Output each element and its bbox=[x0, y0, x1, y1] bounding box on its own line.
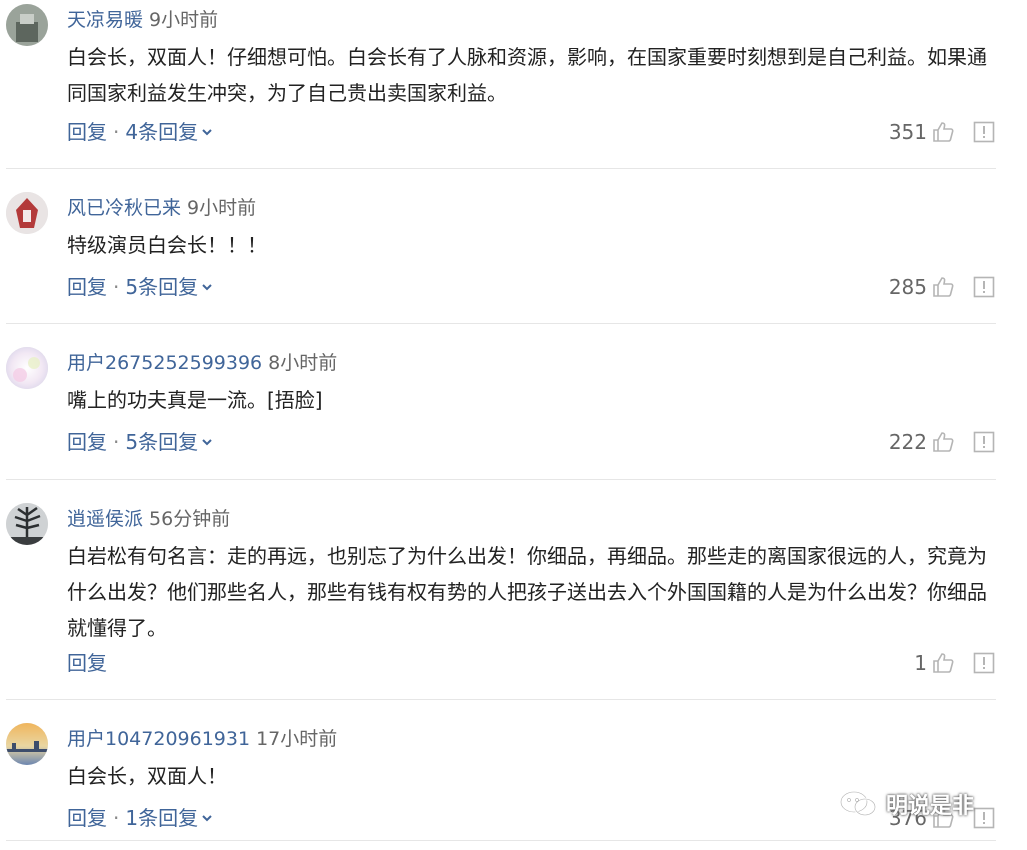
report-icon[interactable] bbox=[973, 276, 995, 298]
wechat-icon bbox=[839, 790, 877, 817]
report-icon[interactable] bbox=[973, 431, 995, 453]
comment-time: 9小时前 bbox=[149, 9, 219, 31]
like-count: 351 bbox=[888, 120, 927, 144]
comment-time: 9小时前 bbox=[187, 197, 257, 219]
watermark-text: 明说是非 bbox=[886, 794, 975, 819]
comment-text: 嘴上的功夫真是一流。[捂脸] bbox=[67, 388, 323, 412]
avatar[interactable] bbox=[6, 192, 48, 234]
like-count: 222 bbox=[888, 430, 927, 454]
report-icon[interactable] bbox=[973, 652, 995, 674]
report-icon[interactable] bbox=[973, 121, 995, 143]
divider bbox=[6, 479, 996, 480]
chevron-down-icon bbox=[202, 439, 212, 446]
username[interactable]: 逍遥侯派 bbox=[67, 508, 143, 530]
thumbs-up-icon[interactable] bbox=[931, 120, 955, 144]
divider bbox=[6, 840, 996, 841]
chevron-down-icon bbox=[202, 284, 212, 291]
comment-text: 白会长，双面人！仔细想可怕。白会长有了人脉和资源，影响，在国家重要时刻想到是自己… bbox=[67, 45, 987, 105]
reply-count-label: 5条回复 bbox=[125, 430, 199, 454]
comment-text: 白岩松有句名言：走的再远，也别忘了为什么出发！你细品，再细品。那些走的离国家很远… bbox=[67, 544, 987, 640]
comment-time: 56分钟前 bbox=[149, 508, 231, 530]
separator: · bbox=[113, 120, 120, 144]
thumbs-up-icon[interactable] bbox=[931, 430, 955, 454]
reply-button[interactable]: 回复 bbox=[67, 275, 107, 299]
reply-button[interactable]: 回复 bbox=[67, 651, 107, 675]
reply-count-label: 5条回复 bbox=[125, 275, 199, 299]
comment-time: 17小时前 bbox=[256, 728, 338, 750]
username[interactable]: 用户2675252599396 bbox=[67, 352, 262, 374]
reply-button[interactable]: 回复 bbox=[67, 430, 107, 454]
separator: · bbox=[113, 806, 120, 830]
comment-text: 特级演员白会长！！！ bbox=[67, 233, 267, 257]
like-count: 1 bbox=[914, 651, 927, 675]
username[interactable]: 风已冷秋已来 bbox=[67, 197, 181, 219]
reply-count-label: 4条回复 bbox=[125, 120, 199, 144]
username[interactable]: 天凉易暖 bbox=[67, 9, 143, 31]
avatar[interactable] bbox=[6, 347, 48, 389]
watermark: 明说是非 bbox=[838, 788, 974, 820]
divider bbox=[6, 168, 996, 169]
view-replies-button[interactable]: 5条回复 bbox=[125, 430, 212, 454]
view-replies-button[interactable]: 4条回复 bbox=[125, 120, 212, 144]
thumbs-up-icon[interactable] bbox=[931, 651, 955, 675]
avatar[interactable] bbox=[6, 723, 48, 765]
reply-button[interactable]: 回复 bbox=[67, 806, 107, 830]
separator: · bbox=[113, 430, 120, 454]
avatar[interactable] bbox=[6, 503, 48, 545]
thumbs-up-icon[interactable] bbox=[931, 275, 955, 299]
report-icon[interactable] bbox=[973, 807, 995, 829]
username[interactable]: 用户104720961931 bbox=[67, 728, 250, 750]
reply-button[interactable]: 回复 bbox=[67, 120, 107, 144]
separator: · bbox=[113, 275, 120, 299]
divider bbox=[6, 323, 996, 324]
like-count: 285 bbox=[888, 275, 927, 299]
chevron-down-icon bbox=[202, 129, 212, 136]
view-replies-button[interactable]: 1条回复 bbox=[125, 806, 212, 830]
chevron-down-icon bbox=[202, 815, 212, 822]
comment-time: 8小时前 bbox=[268, 352, 338, 374]
avatar[interactable] bbox=[6, 4, 48, 46]
reply-count-label: 1条回复 bbox=[125, 806, 199, 830]
view-replies-button[interactable]: 5条回复 bbox=[125, 275, 212, 299]
divider bbox=[6, 699, 996, 700]
